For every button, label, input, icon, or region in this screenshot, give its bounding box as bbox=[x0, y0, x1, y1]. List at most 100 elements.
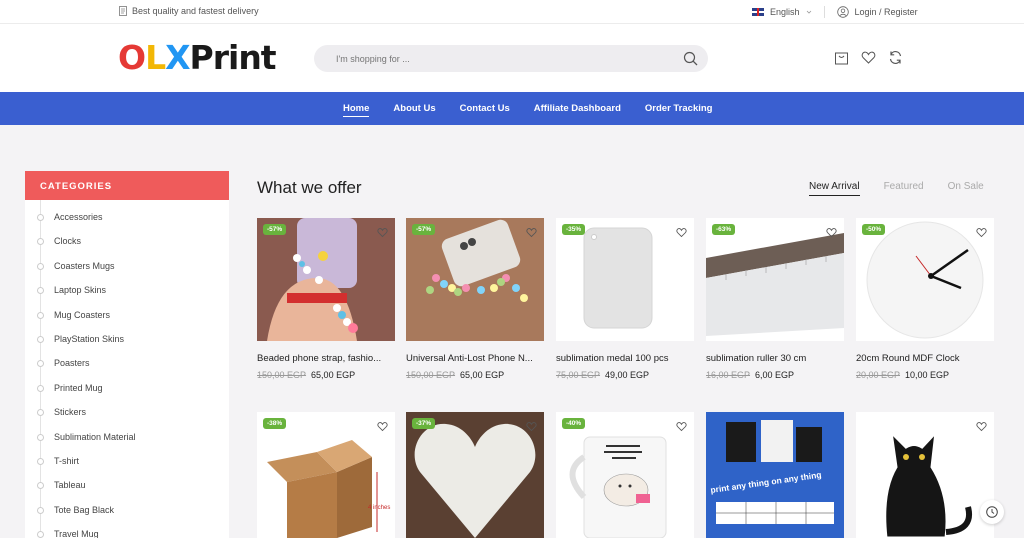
heart-icon[interactable] bbox=[526, 227, 537, 238]
product-card[interactable]: -57% Beaded phone strap, fashio... 150,0… bbox=[257, 218, 395, 380]
product-photo bbox=[556, 412, 694, 538]
nav-order-tracking[interactable]: Order Tracking bbox=[645, 103, 713, 117]
product-card[interactable]: 4 inches -38% bbox=[257, 412, 395, 538]
categories-title: CATEGORIES bbox=[25, 171, 229, 200]
history-button[interactable] bbox=[980, 500, 1004, 524]
tab-featured[interactable]: Featured bbox=[884, 181, 924, 196]
product-image[interactable]: -57% bbox=[257, 218, 395, 341]
current-price: 49,00 EGP bbox=[605, 370, 650, 380]
product-card[interactable]: -40% bbox=[556, 412, 694, 538]
discount-badge: -63% bbox=[712, 224, 736, 235]
heart-icon[interactable] bbox=[377, 421, 388, 432]
heart-icon[interactable] bbox=[676, 227, 687, 238]
category-item[interactable]: Mug Coasters bbox=[25, 308, 229, 332]
heart-icon[interactable] bbox=[861, 50, 876, 65]
product-image[interactable]: -37% bbox=[406, 412, 544, 538]
old-price: 75,00 EGP bbox=[556, 370, 601, 380]
product-name[interactable]: Universal Anti-Lost Phone N... bbox=[406, 353, 544, 364]
product-name[interactable]: 20cm Round MDF Clock bbox=[856, 353, 994, 364]
delivery-notice: Best quality and fastest delivery bbox=[118, 6, 259, 16]
header: O L X Print bbox=[0, 24, 1024, 92]
product-image[interactable]: -57% bbox=[406, 218, 544, 341]
section-title: What we offer bbox=[257, 178, 362, 197]
nav-affiliate-dashboard[interactable]: Affiliate Dashboard bbox=[534, 103, 621, 117]
category-item[interactable]: Travel Mug bbox=[25, 527, 229, 538]
product-name[interactable]: sublimation medal 100 pcs bbox=[556, 353, 694, 364]
category-item[interactable]: PlayStation Skins bbox=[25, 332, 229, 356]
product-photo: 4 inches bbox=[257, 412, 395, 538]
image-label: 4 inches bbox=[368, 505, 390, 511]
product-image[interactable] bbox=[856, 412, 994, 538]
old-price: 150,00 EGP bbox=[257, 370, 307, 380]
product-card[interactable]: -37% bbox=[406, 412, 544, 538]
product-card[interactable]: -35% sublimation medal 100 pcs 75,00 EGP… bbox=[556, 218, 694, 380]
tab-new-arrival[interactable]: New Arrival bbox=[809, 181, 860, 196]
category-item[interactable]: Coasters Mugs bbox=[25, 259, 229, 283]
product-image[interactable]: 4 inches -38% bbox=[257, 412, 395, 538]
current-price: 6,00 EGP bbox=[755, 370, 795, 380]
category-item[interactable]: Stickers bbox=[25, 405, 229, 429]
category-item[interactable]: Laptop Skins bbox=[25, 283, 229, 307]
product-price: 150,00 EGP 65,00 EGP bbox=[406, 370, 544, 380]
product-card[interactable] bbox=[856, 412, 994, 538]
category-item[interactable]: Poasters bbox=[25, 356, 229, 380]
old-price: 150,00 EGP bbox=[406, 370, 456, 380]
product-image[interactable]: -35% bbox=[556, 218, 694, 341]
product-photo bbox=[556, 218, 694, 341]
product-tabs: New Arrival Featured On Sale bbox=[809, 181, 984, 196]
product-image[interactable]: -50% bbox=[856, 218, 994, 341]
category-item[interactable]: Clocks bbox=[25, 234, 229, 258]
product-photo bbox=[856, 218, 994, 341]
category-item[interactable]: Accessories bbox=[25, 210, 229, 234]
heart-icon[interactable] bbox=[676, 421, 687, 432]
product-photo bbox=[706, 218, 844, 341]
current-price: 65,00 EGP bbox=[460, 370, 505, 380]
refresh-icon[interactable] bbox=[888, 50, 903, 65]
product-photo bbox=[406, 412, 544, 538]
discount-badge: -38% bbox=[263, 418, 287, 429]
discount-badge: -57% bbox=[412, 224, 436, 235]
heart-icon[interactable] bbox=[526, 421, 537, 432]
tab-on-sale[interactable]: On Sale bbox=[948, 181, 984, 196]
product-photo: print any thing on any thing bbox=[706, 412, 844, 538]
cart-icon[interactable] bbox=[834, 50, 849, 65]
language-selector[interactable]: English bbox=[770, 7, 800, 17]
product-image[interactable]: -63% bbox=[706, 218, 844, 341]
search-input[interactable] bbox=[314, 45, 654, 72]
product-name[interactable]: sublimation ruller 30 cm bbox=[706, 353, 844, 364]
product-price: 16,00 EGP 6,00 EGP bbox=[706, 370, 844, 380]
product-card[interactable]: print any thing on any thing bbox=[706, 412, 844, 538]
heart-icon[interactable] bbox=[976, 421, 987, 432]
product-card[interactable]: -63% sublimation ruller 30 cm 16,00 EGP 6… bbox=[706, 218, 844, 380]
product-card[interactable]: -57% Universal Anti-Lost Phone N... 150,… bbox=[406, 218, 544, 380]
category-list: Accessories Clocks Coasters Mugs Laptop … bbox=[25, 200, 229, 538]
logo-text-print: Print bbox=[189, 38, 277, 77]
product-card[interactable]: -50% 20cm Round MDF Clock 20,00 EGP 10,00… bbox=[856, 218, 994, 380]
category-item[interactable]: T-shirt bbox=[25, 454, 229, 478]
product-name[interactable]: Beaded phone strap, fashio... bbox=[257, 353, 395, 364]
login-register-link[interactable]: Login / Register bbox=[855, 7, 918, 17]
product-price: 75,00 EGP 49,00 EGP bbox=[556, 370, 694, 380]
product-image[interactable]: print any thing on any thing bbox=[706, 412, 844, 538]
nav-contact-us[interactable]: Contact Us bbox=[460, 103, 510, 117]
category-item[interactable]: Tableau bbox=[25, 478, 229, 502]
category-item[interactable]: Sublimation Material bbox=[25, 430, 229, 454]
discount-badge: -40% bbox=[562, 418, 586, 429]
nav-home[interactable]: Home bbox=[343, 103, 370, 117]
logo-letter-x: X bbox=[165, 38, 190, 77]
logo-letter-o: O bbox=[118, 38, 146, 77]
category-item[interactable]: Tote Bag Black bbox=[25, 503, 229, 527]
heart-icon[interactable] bbox=[826, 227, 837, 238]
site-logo[interactable]: O L X Print bbox=[118, 38, 277, 77]
search-bar bbox=[314, 45, 708, 72]
product-price: 150,00 EGP 65,00 EGP bbox=[257, 370, 395, 380]
logo-letter-l: L bbox=[145, 38, 166, 77]
product-photo bbox=[856, 412, 994, 538]
category-item[interactable]: Printed Mug bbox=[25, 381, 229, 405]
nav-about-us[interactable]: About Us bbox=[393, 103, 435, 117]
heart-icon[interactable] bbox=[377, 227, 388, 238]
search-icon[interactable] bbox=[683, 51, 698, 66]
delivery-text: Best quality and fastest delivery bbox=[132, 6, 259, 16]
product-image[interactable]: -40% bbox=[556, 412, 694, 538]
heart-icon[interactable] bbox=[976, 227, 987, 238]
